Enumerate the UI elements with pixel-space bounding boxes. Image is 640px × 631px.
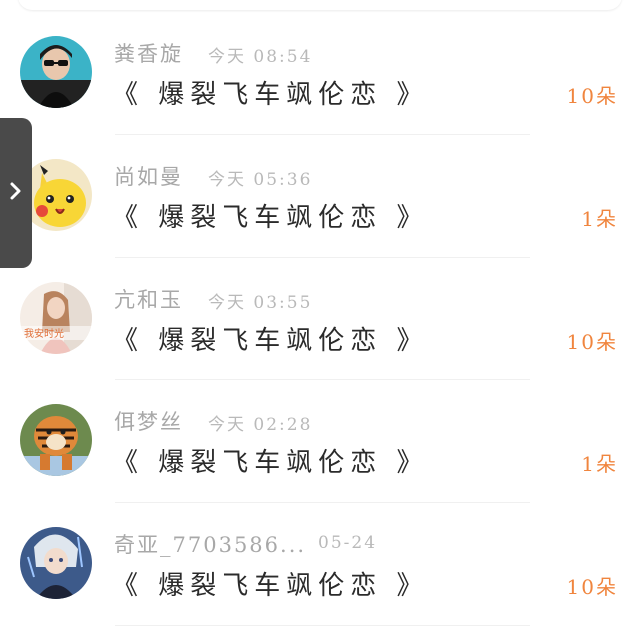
user-name: 奇亚_7703586... — [114, 533, 307, 557]
gift-amount: 1朵 — [581, 452, 618, 477]
timestamp: 05-24 — [318, 533, 378, 553]
avatar[interactable] — [20, 404, 92, 477]
book-title[interactable]: 《 爆裂飞车飒伦恋 》 — [112, 565, 429, 602]
book-title[interactable]: 《 爆裂飞车飒伦恋 》 — [112, 442, 429, 479]
list-item[interactable]: 奇亚_7703586... 05-24 《 爆裂飞车飒伦恋 》 10朵 — [0, 503, 640, 626]
list-item[interactable]: 粪香旋 今天 08:54 《 爆裂飞车飒伦恋 》 10朵 — [0, 12, 640, 135]
gift-amount: 10朵 — [566, 84, 618, 108]
list-item[interactable]: 佴梦丝 今天 02:28 《 爆裂飞车飒伦恋 》 1朵 — [0, 380, 640, 503]
chevron-right-icon — [9, 180, 23, 206]
avatar-caption: 我安时光 — [24, 327, 64, 340]
timestamp: 今天 05:36 — [208, 169, 313, 190]
divider — [115, 624, 530, 626]
book-title[interactable]: 《 爆裂飞车飒伦恋 》 — [112, 320, 429, 357]
list-item[interactable]: 尚如曼 今天 05:36 《 爆裂飞车飒伦恋 》 1朵 — [0, 135, 640, 258]
gift-list: 粪香旋 今天 08:54 《 爆裂飞车飒伦恋 》 10朵 尚如曼 今天 05:3… — [0, 12, 640, 626]
timestamp: 今天 02:28 — [208, 415, 313, 436]
avatar[interactable] — [20, 36, 92, 108]
timestamp: 今天 03:55 — [208, 292, 313, 313]
user-name: 亢和玉 — [114, 287, 183, 312]
side-drawer-tab[interactable] — [0, 118, 32, 268]
gift-amount: 1朵 — [581, 206, 618, 231]
list-item[interactable]: 我安时光 亢和玉 今天 03:55 《 爆裂飞车飒伦恋 》 10朵 — [0, 258, 640, 381]
gift-amount: 10朵 — [566, 575, 618, 599]
timestamp: 今天 08:54 — [208, 47, 313, 67]
avatar[interactable]: 我安时光 — [20, 281, 92, 354]
avatar[interactable] — [20, 527, 92, 599]
user-name: 佴梦丝 — [114, 410, 183, 435]
top-card — [18, 0, 622, 10]
gift-amount: 10朵 — [566, 329, 618, 354]
user-name: 尚如曼 — [114, 164, 183, 189]
book-title[interactable]: 《 爆裂飞车飒伦恋 》 — [112, 74, 429, 111]
book-title[interactable]: 《 爆裂飞车飒伦恋 》 — [112, 197, 429, 234]
user-name: 粪香旋 — [114, 42, 183, 66]
